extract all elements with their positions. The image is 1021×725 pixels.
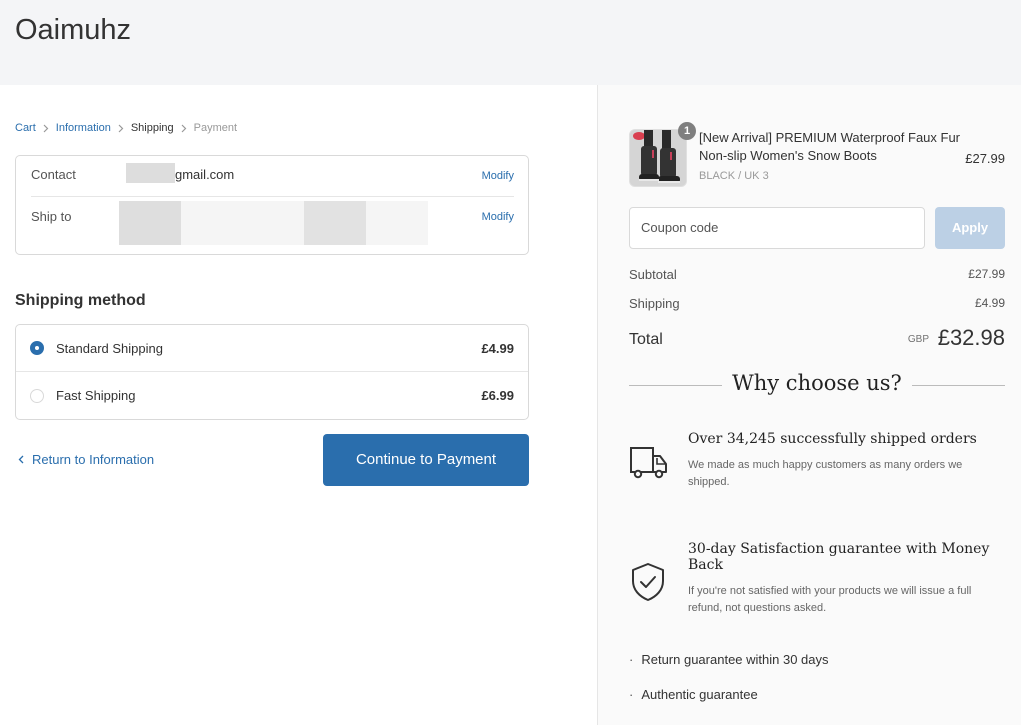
product-title: [New Arrival] PREMIUM Waterproof Faux Fu…: [699, 130, 961, 163]
truck-icon: [629, 446, 669, 485]
redacted-email-prefix: [126, 163, 175, 183]
feature-title: 30-day Satisfaction guarantee with Money…: [688, 541, 990, 573]
subtotal-value: £27.99: [968, 267, 1005, 281]
modify-contact-link[interactable]: Modify: [482, 170, 514, 182]
shipping-option-standard[interactable]: Standard Shipping £4.99: [16, 325, 528, 372]
bullet-dot-icon: ·: [629, 652, 634, 667]
shipping-cost-label: Shipping: [629, 296, 680, 311]
product-price: £27.99: [965, 151, 1005, 166]
divider-line: [912, 385, 1005, 386]
guarantee-bullet: · Authentic guarantee: [629, 687, 758, 702]
shipping-cost-row: Shipping £4.99: [629, 296, 1005, 311]
continue-to-payment-button[interactable]: Continue to Payment: [323, 434, 529, 486]
header: Oaimuhz: [0, 0, 1021, 85]
product-line-item: 1 [New Arrival] PREMIUM Waterproof Faux …: [629, 122, 1005, 189]
contact-row: Contact gmail.com Modify: [31, 156, 514, 197]
breadcrumb-information[interactable]: Information: [56, 122, 111, 134]
ship-to-label: Ship to: [31, 209, 72, 224]
apply-coupon-button[interactable]: Apply: [935, 207, 1005, 249]
shipping-option-name: Fast Shipping: [56, 388, 136, 403]
breadcrumb-shipping: Shipping: [130, 122, 174, 134]
product-variant: BLACK / UK 3: [699, 170, 769, 182]
shipping-cost-value: £4.99: [974, 296, 1005, 310]
redacted-address: [119, 201, 428, 245]
subtotal-label: Subtotal: [629, 267, 677, 282]
total-row: Total GBP £32.98: [629, 325, 1005, 355]
breadcrumb-payment: Payment: [193, 122, 238, 134]
total-currency: GBP: [907, 334, 929, 345]
bullet-text: Return guarantee within 30 days: [641, 652, 829, 667]
shipping-method-title: Shipping method: [15, 292, 146, 309]
order-summary: 1 [New Arrival] PREMIUM Waterproof Faux …: [597, 85, 1021, 725]
chevron-right-icon: [181, 124, 187, 133]
bullet-dot-icon: ·: [629, 687, 634, 702]
radio-fast-shipping[interactable]: [30, 388, 44, 403]
contact-label: Contact: [31, 167, 76, 182]
return-to-information-link[interactable]: Return to Information: [18, 452, 154, 467]
contact-value: gmail.com: [175, 167, 235, 182]
main-content: Cart Information Shipping Payment Contac…: [0, 85, 597, 725]
shipping-option-name: Standard Shipping: [56, 340, 163, 356]
shipping-option-price: £4.99: [481, 340, 514, 356]
modify-ship-to-link[interactable]: Modify: [482, 211, 514, 223]
review-block: Contact gmail.com Modify Ship to Modify: [15, 155, 529, 255]
bullet-text: Authentic guarantee: [641, 687, 758, 702]
shipping-option-fast[interactable]: Fast Shipping £6.99: [16, 372, 528, 419]
feature-description: If you're not satisfied with your produc…: [688, 585, 972, 614]
subtotal-row: Subtotal £27.99: [629, 267, 1005, 282]
guarantee-bullet: · Return guarantee within 30 days: [629, 652, 829, 667]
quantity-badge: 1: [678, 122, 696, 140]
total-label: Total: [629, 331, 663, 348]
total-value: £32.98: [937, 325, 1005, 350]
shipping-option-price: £6.99: [481, 388, 514, 403]
return-link-label: Return to Information: [32, 452, 155, 467]
feature-description: We made as much happy customers as many …: [688, 459, 963, 488]
chevron-right-icon: [118, 124, 124, 133]
chevron-left-icon: [18, 452, 24, 467]
coupon-code-input[interactable]: Coupon code: [629, 207, 925, 249]
feature-title: Over 34,245 successfully shipped orders: [688, 431, 977, 447]
why-choose-us-heading: Why choose us?: [629, 371, 1005, 401]
ship-to-row: Ship to Modify: [31, 197, 514, 255]
breadcrumb-cart[interactable]: Cart: [15, 122, 36, 134]
breadcrumb: Cart Information Shipping Payment: [15, 122, 237, 134]
why-choose-us-title: Why choose us?: [732, 371, 902, 395]
product-thumbnail: [629, 129, 687, 187]
store-logo[interactable]: Oaimuhz: [15, 14, 131, 47]
shield-check-icon: [629, 562, 667, 607]
radio-standard-shipping[interactable]: [30, 341, 44, 355]
shipping-options: Standard Shipping £4.99 Fast Shipping £6…: [15, 324, 529, 420]
chevron-right-icon: [43, 124, 49, 133]
